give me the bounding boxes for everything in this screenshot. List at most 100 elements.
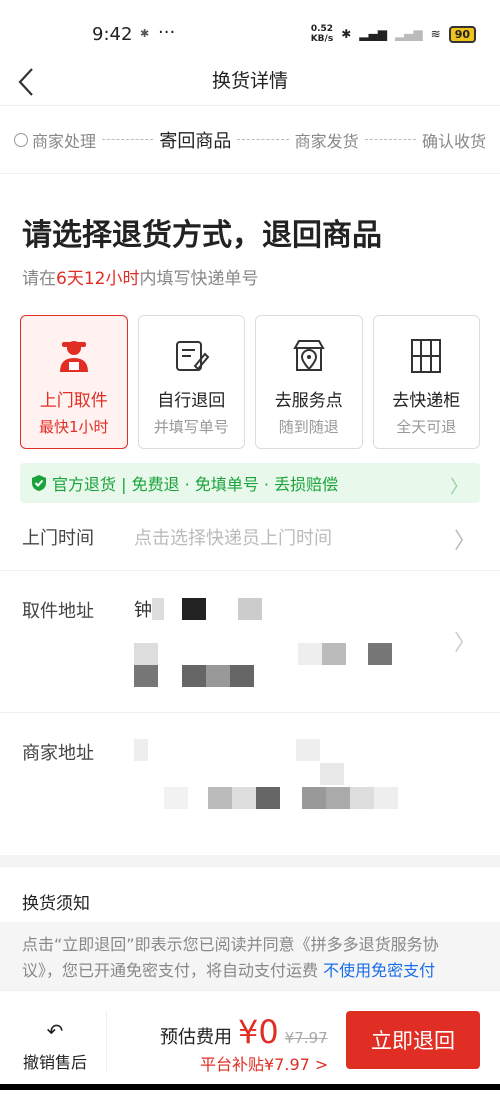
progress-steps: 商家处理 寄回商品 商家发货 确认收货 — [0, 106, 500, 174]
method-label: 去快递柜 — [392, 391, 461, 411]
blurred-text — [368, 643, 392, 665]
chevron-right-icon: 〉 — [453, 631, 476, 656]
wifi-icon: ≋ — [430, 27, 441, 41]
blurred-text — [164, 787, 188, 809]
undo-icon: ↶ — [46, 1019, 64, 1043]
edit-form-icon — [176, 341, 210, 371]
pickup-time-label: 上门时间 — [22, 527, 94, 549]
pickup-time-placeholder: 点击选择快递员上门时间 — [134, 527, 332, 549]
blurred-text — [134, 739, 148, 761]
method-parcel-locker[interactable]: 去快递柜 全天可退 — [372, 315, 480, 449]
method-label: 自行退回 — [157, 391, 226, 411]
nav-bar: 换货详情 — [0, 66, 500, 106]
section-gap — [0, 855, 500, 867]
step-label: 寄回商品 — [159, 130, 232, 152]
step-merchant-processing: 商家处理 — [14, 128, 96, 152]
store-location-icon — [293, 340, 325, 371]
method-self-return[interactable]: 自行退回 并填写单号 — [137, 315, 245, 449]
step-divider — [102, 139, 154, 140]
blurred-text — [238, 598, 262, 620]
step-return-goods: 寄回商品 — [159, 127, 231, 153]
blurred-text — [298, 643, 322, 665]
notice-text: 点击“立即退回”即表示您已阅读并同意《拼多多退货服务协议》，您已开通免密支付，将… — [0, 922, 500, 994]
network-speed: 0.52 KB/s — [310, 24, 334, 44]
step-divider — [364, 139, 416, 140]
step-label: 确认收货 — [421, 131, 486, 151]
method-label: 去服务点 — [274, 391, 343, 411]
method-sub: 最快1小时 — [38, 418, 109, 436]
step-label: 商家处理 — [32, 131, 97, 151]
signal-icon: ▂▄▆ — [359, 27, 387, 41]
pickup-time-row[interactable]: 上门时间 点击选择快递员上门时间 〉 — [0, 503, 500, 571]
blurred-text — [232, 787, 256, 809]
blurred-text — [230, 665, 254, 687]
fee-price: ¥0 — [238, 1013, 279, 1051]
estimated-fee: 预估费用 ¥0 ¥7.97 — [160, 1013, 328, 1051]
status-time: 9:42 — [92, 24, 133, 45]
cancel-label: 撤销售后 — [22, 1053, 87, 1072]
step-merchant-ships: 商家发货 — [295, 128, 359, 152]
fee-label: 预估费用 — [160, 1027, 232, 1048]
status-bar: 9:42 ✱ ··· 0.52 KB/s ✱ ▂▄▆ ▂▄▆ ≋ 90 — [0, 0, 500, 66]
signal2-icon: ▂▄▆ — [394, 27, 423, 41]
method-sub: 并填写单号 — [153, 418, 229, 436]
locker-icon — [411, 339, 442, 373]
blurred-text — [182, 598, 206, 620]
notice-title: 换货须知 — [22, 894, 90, 914]
blurred-text — [206, 665, 230, 687]
merchant-address-label: 商家地址 — [22, 743, 94, 764]
step-confirm-receipt: 确认收货 — [422, 128, 486, 152]
deadline-suffix: 内填写快递单号 — [139, 269, 259, 289]
blurred-text — [322, 643, 346, 665]
bottom-action-bar: ↶ 撤销售后 预估费用 ¥0 ¥7.97 平台补贴¥7.97 > 立即退回 — [0, 990, 500, 1090]
method-door-pickup[interactable]: 上门取件 最快1小时 — [20, 315, 128, 449]
pickup-address-label: 取件地址 — [22, 601, 94, 622]
bluetooth-icon: ✱ — [341, 27, 352, 41]
blurred-text — [302, 787, 326, 809]
return-now-button[interactable]: 立即退回 — [346, 1011, 480, 1069]
deadline-prefix: 请在 — [22, 269, 56, 289]
deadline-highlight: 6天12小时 — [56, 269, 140, 289]
cancel-after-sale-button[interactable]: ↶ 撤销售后 — [20, 1019, 90, 1073]
blurred-text — [374, 787, 398, 809]
notification-icon: ✱ — [140, 27, 150, 40]
official-return-banner[interactable]: 官方退货 | 免费退 · 免填单号 · 丢损赔偿 〉 — [20, 463, 480, 503]
return-method-options: 上门取件 最快1小时 自行退回 并填写单号 去服务点 随到随退 去快递柜 全天可… — [0, 315, 500, 449]
merchant-address-row: 商家地址 — [0, 713, 500, 855]
status-icons: 0.52 KB/s ✱ ▂▄▆ ▂▄▆ ≋ 90 — [311, 24, 476, 44]
method-sub: 随到随退 — [278, 418, 339, 436]
more-notifications-icon: ··· — [158, 22, 176, 43]
blurred-text — [256, 787, 280, 809]
courier-icon — [59, 341, 88, 372]
home-indicator-bar — [0, 1084, 500, 1090]
battery-icon: 90 — [448, 25, 476, 43]
method-sub: 全天可退 — [396, 418, 457, 436]
method-label: 上门取件 — [39, 391, 108, 411]
main-heading: 请选择退货方式，退回商品 — [22, 218, 382, 253]
deadline-text: 请在6天12小时内填写快递单号 — [22, 264, 500, 289]
blurred-text — [350, 787, 374, 809]
blurred-text — [134, 643, 158, 665]
pickup-address-value: 钟 — [134, 597, 434, 712]
page-title: 换货详情 — [211, 70, 288, 92]
pickup-name: 钟 — [134, 600, 152, 621]
check-circle-icon — [14, 132, 28, 147]
step-divider — [237, 139, 289, 140]
blurred-text — [296, 739, 320, 761]
merchant-address-value — [134, 739, 474, 855]
blurred-text — [152, 598, 164, 620]
banner-text: 官方退货 | 免费退 · 免填单号 · 丢损赔偿 — [52, 475, 339, 494]
blurred-text — [182, 665, 206, 687]
disable-password-free-link[interactable]: 不使用免密支付 — [323, 961, 435, 980]
divider — [106, 1011, 107, 1071]
blurred-text — [208, 787, 232, 809]
chevron-right-icon: 〉 — [450, 477, 468, 498]
chevron-right-icon: 〉 — [453, 529, 476, 554]
shield-check-icon — [32, 475, 46, 491]
platform-subsidy-link[interactable]: 平台补贴¥7.97 > — [200, 1051, 328, 1075]
blurred-text — [326, 787, 350, 809]
fee-original-price: ¥7.97 — [284, 1029, 328, 1047]
blurred-text — [134, 665, 158, 687]
method-service-point[interactable]: 去服务点 随到随退 — [255, 315, 363, 449]
pickup-address-row[interactable]: 取件地址 钟 〉 — [0, 571, 500, 713]
